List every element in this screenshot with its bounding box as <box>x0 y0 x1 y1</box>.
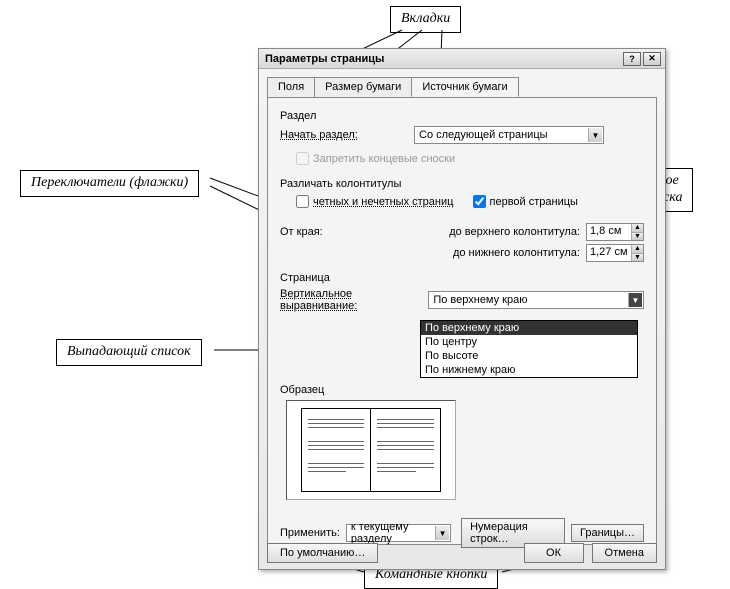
apply-combo[interactable]: к текущему разделу ▼ <box>346 524 451 542</box>
page-thumb-left <box>301 408 371 492</box>
cancel-button[interactable]: Отмена <box>592 543 657 563</box>
page-setup-dialog: Параметры страницы ? ✕ Поля Размер бумаг… <box>258 48 666 570</box>
section-start-combo[interactable]: Со следующей страницы ▼ <box>414 126 604 144</box>
odd-even-checkbox[interactable] <box>296 195 309 208</box>
close-button[interactable]: ✕ <box>643 52 661 66</box>
header-distance-spinner[interactable]: 1,8 см ▲▼ <box>586 223 644 241</box>
tab-paper-size[interactable]: Размер бумаги <box>314 77 412 97</box>
valign-opt-center[interactable]: По центру <box>421 335 637 349</box>
spin-down-icon[interactable]: ▼ <box>632 233 643 241</box>
page-thumb-right <box>371 408 441 492</box>
section-start-label: Начать раздел: <box>280 129 390 141</box>
borders-button[interactable]: Границы… <box>571 524 644 542</box>
tab-row: Поля Размер бумаги Источник бумаги <box>267 77 657 97</box>
valign-value: По верхнему краю <box>433 294 527 306</box>
valign-opt-justify[interactable]: По высоте <box>421 349 637 363</box>
header-distance-label: до верхнего колонтитула: <box>449 226 580 238</box>
spin-down-icon[interactable]: ▼ <box>632 254 643 262</box>
preview-pane <box>286 400 456 500</box>
section-label: Раздел <box>280 110 644 122</box>
section-start-value: Со следующей страницы <box>419 129 548 141</box>
spin-up-icon[interactable]: ▲ <box>632 224 643 233</box>
footer-distance-value: 1,27 см <box>587 245 631 261</box>
tab-margins[interactable]: Поля <box>267 77 315 97</box>
chevron-down-icon: ▼ <box>588 128 602 142</box>
valign-opt-bottom[interactable]: По нижнему краю <box>421 363 637 377</box>
spin-up-icon[interactable]: ▲ <box>632 245 643 254</box>
forbid-endnotes-checkbox <box>296 152 309 165</box>
header-distance-value: 1,8 см <box>587 224 631 240</box>
callout-switches: Переключатели (флажки) <box>20 170 199 197</box>
callout-tabs: Вкладки <box>390 6 461 33</box>
valign-dropdown-list[interactable]: По верхнему краю По центру По высоте По … <box>420 320 638 378</box>
callout-dropdown: Выпадающий список <box>56 339 202 366</box>
first-page-label: первой страницы <box>490 196 578 208</box>
ok-button[interactable]: ОК <box>524 543 584 563</box>
sample-label: Образец <box>280 384 644 396</box>
titlebar: Параметры страницы ? ✕ <box>259 49 665 69</box>
default-button[interactable]: По умолчанию… <box>267 543 378 563</box>
odd-even-label: четных и нечетных страниц <box>313 196 453 208</box>
valign-label: Вертикальное выравнивание: <box>280 288 428 312</box>
page-section-label: Страница <box>280 272 644 284</box>
forbid-endnotes-label: Запретить концевые сноски <box>313 153 455 165</box>
apply-label: Применить: <box>280 527 340 539</box>
headers-group-label: Различать колонтитулы <box>280 178 644 190</box>
first-page-checkbox[interactable] <box>473 195 486 208</box>
help-button[interactable]: ? <box>623 52 641 66</box>
chevron-down-icon: ▼ <box>435 526 449 540</box>
apply-value: к текущему разделу <box>351 521 446 545</box>
from-edge-label: От края: <box>280 226 360 238</box>
tab-body: Раздел Начать раздел: Со следующей стран… <box>267 97 657 545</box>
footer-distance-spinner[interactable]: 1,27 см ▲▼ <box>586 244 644 262</box>
valign-combo[interactable]: По верхнему краю ▼ <box>428 291 644 309</box>
valign-opt-top[interactable]: По верхнему краю <box>421 321 637 335</box>
footer-distance-label: до нижнего колонтитула: <box>453 247 580 259</box>
dialog-title: Параметры страницы <box>265 53 384 65</box>
dialog-button-row: По умолчанию… ОК Отмена <box>267 543 657 563</box>
chevron-down-icon: ▼ <box>628 293 642 307</box>
tab-paper-source[interactable]: Источник бумаги <box>411 77 518 97</box>
